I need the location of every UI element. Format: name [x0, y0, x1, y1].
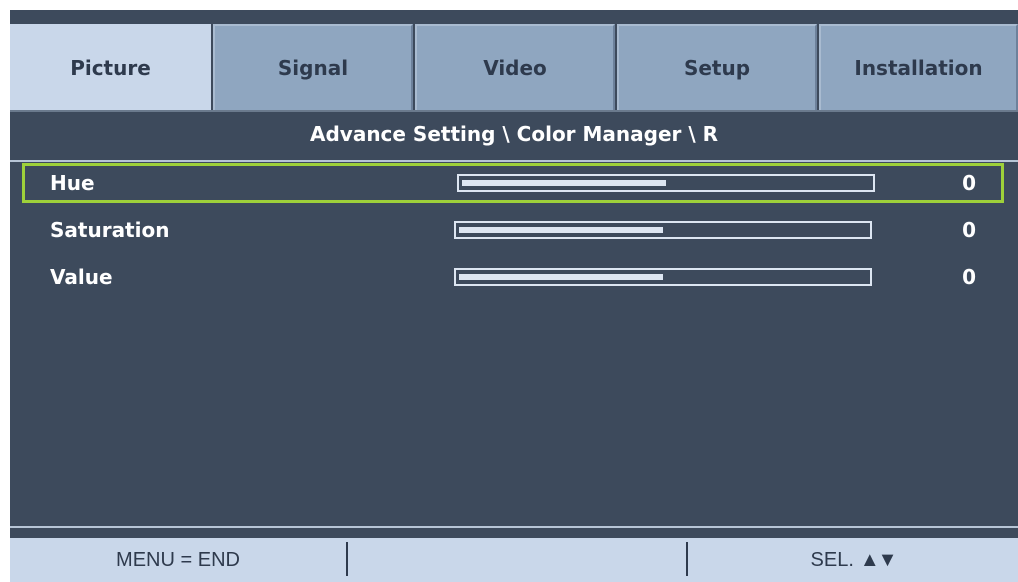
- row-value: 0: [962, 218, 976, 242]
- select-hint: SEL. ▲▼: [688, 538, 1018, 582]
- slider-fill: [462, 180, 666, 186]
- tab-setup[interactable]: Setup: [617, 24, 817, 110]
- breadcrumb: Advance Setting \ Color Manager \ R: [309, 122, 719, 146]
- menu-row-value[interactable]: Value 0: [22, 257, 1004, 297]
- saturation-slider[interactable]: [454, 221, 872, 239]
- row-label: Value: [50, 265, 113, 289]
- tab-signal[interactable]: Signal: [213, 24, 413, 110]
- menu-hint-text: MENU = END: [116, 548, 240, 571]
- tab-video[interactable]: Video: [415, 24, 615, 110]
- hue-slider[interactable]: [457, 174, 875, 192]
- slider-fill: [459, 274, 663, 280]
- menu-end-hint: MENU = END: [10, 538, 346, 582]
- tab-bar: Picture Signal Video Setup Installation: [10, 10, 1018, 112]
- footer-bar: MENU = END SEL. ▲▼: [10, 538, 1018, 582]
- row-label: Saturation: [50, 218, 170, 242]
- menu-row-hue[interactable]: Hue 0: [22, 163, 1004, 203]
- content-panel: Advance Setting \ Color Manager \ R Hue …: [10, 110, 1018, 528]
- row-value: 0: [962, 171, 976, 195]
- select-hint-text: SEL.: [810, 548, 854, 571]
- row-label: Hue: [50, 171, 95, 195]
- tab-label: Setup: [683, 56, 751, 80]
- slider-fill: [459, 227, 663, 233]
- tab-label: Picture: [70, 56, 151, 80]
- tab-label: Video: [483, 56, 547, 80]
- row-value: 0: [962, 265, 976, 289]
- menu-row-saturation[interactable]: Saturation 0: [22, 210, 1004, 250]
- osd-menu: Picture Signal Video Setup Installation …: [10, 10, 1018, 582]
- up-down-arrows-icon: ▲▼: [859, 548, 898, 571]
- tab-installation[interactable]: Installation: [819, 24, 1018, 110]
- value-slider[interactable]: [454, 268, 872, 286]
- tab-picture[interactable]: Picture: [10, 24, 211, 112]
- tab-label: Signal: [277, 56, 349, 80]
- tab-label: Installation: [854, 56, 983, 80]
- divider: [10, 160, 1018, 162]
- footer-separator: [346, 542, 348, 576]
